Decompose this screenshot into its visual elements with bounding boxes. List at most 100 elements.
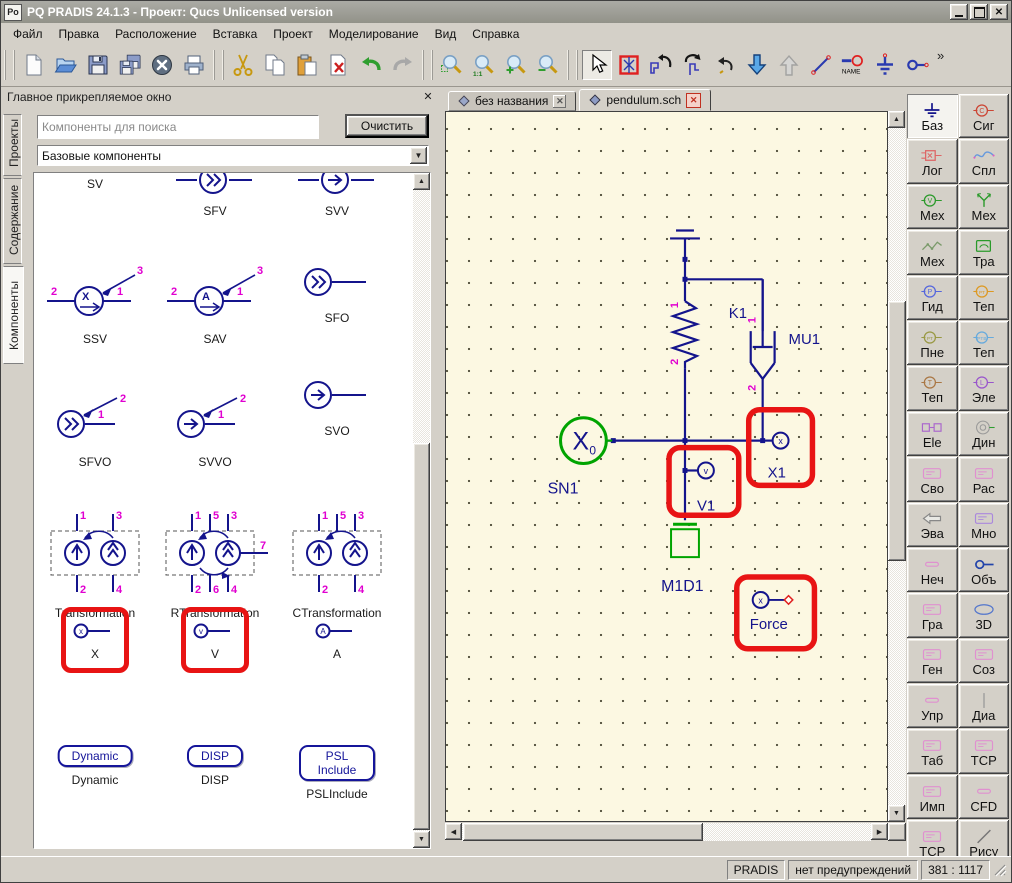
scroll-up-icon[interactable]: ▲ [413, 173, 430, 190]
scroll-up-icon[interactable]: ▲ [888, 111, 905, 128]
component-m1d1-mass[interactable]: M1D1 [661, 524, 704, 595]
schematic-canvas[interactable]: K1 1 2 MU1 1 2 [445, 111, 888, 822]
chevron-down-icon[interactable]: ▼ [410, 147, 427, 164]
component-item-svv[interactable]: SVV [295, 173, 379, 218]
component-search-input[interactable] [37, 115, 319, 139]
tab-pendulum[interactable]: pendulum.sch ✕ [579, 89, 711, 111]
palette-button-28[interactable]: Таб [907, 729, 958, 773]
new-file-button[interactable] [19, 50, 49, 80]
redo-button[interactable] [388, 50, 418, 80]
menu-item-3[interactable]: Вставка [205, 25, 266, 43]
component-item-sfo[interactable]: SFO [302, 260, 372, 325]
component-item-transformation[interactable]: 1 3 2 4 Transformation [35, 507, 155, 620]
component-force-probe[interactable]: x Force [750, 592, 793, 633]
palette-button-27[interactable]: Диа [959, 684, 1010, 728]
palette-button-8[interactable]: PГид [907, 276, 958, 320]
resize-grip-icon[interactable] [993, 863, 1007, 877]
palette-button-23[interactable]: 3D [959, 593, 1010, 637]
component-v1-probe[interactable]: v V1 [697, 463, 715, 515]
palette-button-19[interactable]: Мно [959, 503, 1010, 547]
close-button[interactable]: ✕ [990, 4, 1008, 20]
palette-button-2[interactable]: Лог [907, 139, 958, 183]
palette-button-10[interactable]: PTПне [907, 321, 958, 365]
palette-button-24[interactable]: Ген [907, 639, 958, 683]
component-item-sfvo[interactable]: 2 1 SFVO [53, 390, 137, 469]
menu-item-0[interactable]: Файл [5, 25, 51, 43]
minimize-button[interactable] [950, 4, 968, 20]
scroll-right-icon[interactable]: ▶ [871, 823, 888, 840]
close-tab-icon[interactable]: ✕ [686, 93, 701, 108]
list-scrollbar[interactable]: ▲ ▼ [413, 173, 430, 848]
select-cursor-button[interactable] [582, 50, 612, 80]
name-label-button[interactable]: NAME [838, 50, 868, 80]
open-file-button[interactable] [51, 50, 81, 80]
palette-button-20[interactable]: Неч [907, 548, 958, 592]
zoom-fit-button[interactable] [437, 50, 467, 80]
scrollbar-thumb[interactable] [413, 443, 430, 830]
tab-untitled[interactable]: без названия ✕ [448, 91, 576, 111]
scroll-left-icon[interactable]: ◀ [445, 823, 462, 840]
rotate-ccw-button[interactable] [646, 50, 676, 80]
palette-button-14[interactable]: Ele [907, 412, 958, 456]
cut-button[interactable] [228, 50, 258, 80]
close-tab-icon[interactable]: ✕ [553, 95, 566, 108]
component-item-sfv[interactable]: SFV [173, 173, 257, 218]
paste-button[interactable] [292, 50, 322, 80]
palette-button-22[interactable]: Гра [907, 593, 958, 637]
palette-button-13[interactable]: LЭле [959, 366, 1010, 410]
palette-button-16[interactable]: Сво [907, 457, 958, 501]
palette-button-29[interactable]: ТСР [959, 729, 1010, 773]
component-mu1[interactable]: MU1 1 2 [747, 279, 820, 391]
palette-button-17[interactable]: Рас [959, 457, 1010, 501]
component-item-pslinclude[interactable]: PSL Include PSLInclude [299, 745, 375, 801]
palette-button-30[interactable]: Имп [907, 775, 958, 819]
palette-button-12[interactable]: TТеп [907, 366, 958, 410]
palette-button-5[interactable]: Мех [959, 185, 1010, 229]
scrollbar-thumb[interactable] [888, 301, 906, 561]
save-all-button[interactable] [115, 50, 145, 80]
toolbar-handle[interactable] [567, 50, 578, 80]
component-item-svo[interactable]: SVO [302, 373, 372, 438]
scroll-down-icon[interactable]: ▼ [413, 831, 430, 848]
component-item-ctransformation[interactable]: 1 5 3 2 4 CTransformation [277, 507, 397, 620]
push-down-button[interactable] [742, 50, 772, 80]
undo-small-button[interactable] [710, 50, 740, 80]
component-item-disp[interactable]: DISP DISP [187, 745, 243, 787]
print-button[interactable] [179, 50, 209, 80]
maximize-button[interactable] [970, 4, 988, 20]
palette-button-18[interactable]: Эва [907, 503, 958, 547]
delete-button[interactable] [324, 50, 354, 80]
scrollbar-thumb[interactable] [463, 823, 703, 841]
port-button[interactable] [902, 50, 932, 80]
component-k1[interactable]: K1 1 2 [669, 301, 747, 369]
canvas-hscrollbar[interactable]: ◀ ▶ [445, 823, 888, 841]
palette-button-15[interactable]: Дин [959, 412, 1010, 456]
palette-button-4[interactable]: VМех [907, 185, 958, 229]
palette-button-21[interactable]: Объ [959, 548, 1010, 592]
component-item-svvo[interactable]: 2 1 SVVO [173, 390, 257, 469]
palette-button-7[interactable]: Тра [959, 230, 1010, 274]
tab-contents[interactable]: Содержание [3, 178, 22, 264]
zoom-out-button[interactable] [533, 50, 563, 80]
category-dropdown[interactable]: Базовые компоненты ▼ [37, 145, 429, 166]
toolbar-overflow-chevron[interactable]: » [937, 48, 944, 63]
ground-button[interactable] [870, 50, 900, 80]
canvas-vscrollbar[interactable]: ▲ ▼ [888, 111, 906, 822]
close-file-button[interactable] [147, 50, 177, 80]
palette-button-25[interactable]: Соз [959, 639, 1010, 683]
palette-button-1[interactable]: CСиг [959, 94, 1010, 138]
undo-button[interactable] [356, 50, 386, 80]
component-item-rtransformation[interactable]: 1 5 3 7 2 6 4 RTransformation [150, 507, 280, 620]
wire-button[interactable] [806, 50, 836, 80]
toolbar-handle[interactable] [4, 50, 15, 80]
zoom-in-button[interactable] [501, 50, 531, 80]
component-item-v-probe[interactable]: v V [193, 622, 237, 661]
pull-up-button[interactable] [774, 50, 804, 80]
component-item-sv[interactable]: SV [87, 175, 103, 191]
clear-search-button[interactable]: Очистить [345, 114, 429, 138]
menu-item-6[interactable]: Вид [427, 25, 465, 43]
menu-item-5[interactable]: Моделирование [321, 25, 427, 43]
menu-item-4[interactable]: Проект [265, 25, 321, 43]
palette-button-0[interactable]: Баз [907, 94, 958, 138]
dock-close-button[interactable]: ✕ [420, 89, 436, 104]
